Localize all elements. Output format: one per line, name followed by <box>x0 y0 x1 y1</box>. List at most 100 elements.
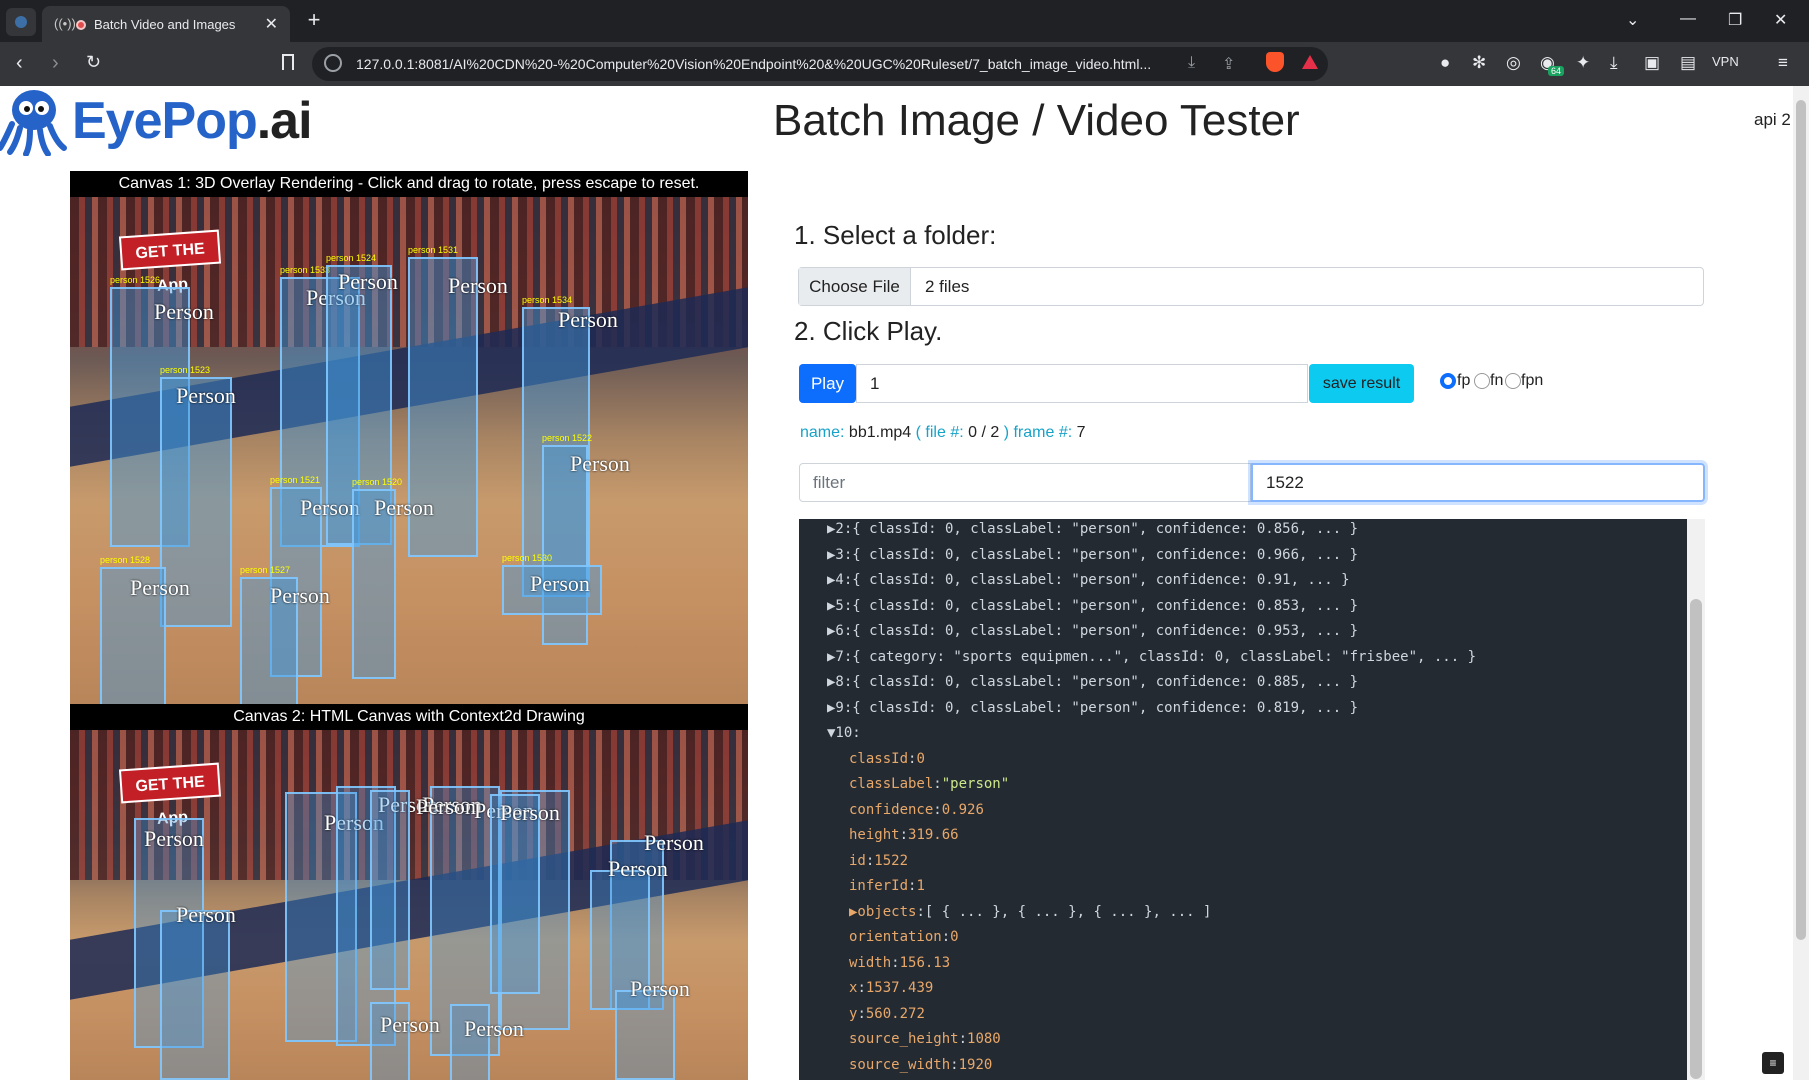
json-collapsed-row[interactable]: ▶9:{ classId: 0, classLabel: "person", c… <box>827 700 1358 716</box>
json-collapsed-row[interactable]: ▶7:{ category: "sports equipmen...", cla… <box>827 649 1476 665</box>
json-collapsed-row[interactable]: ▶6:{ classId: 0, classLabel: "person", c… <box>827 623 1358 639</box>
canvas-2-caption: Canvas 2: HTML Canvas with Context2d Dra… <box>70 704 748 730</box>
json-collapsed-row[interactable]: ▶5:{ classId: 0, classLabel: "person", c… <box>827 598 1358 614</box>
status-frame-key: frame #: <box>1013 424 1073 441</box>
json-value: 1537.439 <box>865 980 934 996</box>
hamburger-icon[interactable]: ≡ <box>1762 1052 1784 1074</box>
logo-text: EyePop.ai <box>72 92 313 150</box>
file-chooser[interactable]: Choose File 2 files <box>798 267 1704 306</box>
sidebar-icon[interactable]: ▣ <box>1644 53 1660 73</box>
json-field: y:560.272 <box>849 1005 925 1022</box>
brave-shield-icon[interactable] <box>1266 52 1284 72</box>
forward-icon[interactable]: › <box>52 52 59 75</box>
json-key: classId <box>849 750 909 767</box>
json-key: orientation <box>849 929 942 945</box>
status-file-value: 0 / 2 <box>968 424 1000 441</box>
bookmark-icon[interactable] <box>282 54 294 70</box>
page-scroll-thumb[interactable] <box>1796 100 1806 940</box>
vpn-button[interactable]: VPN <box>1712 54 1739 69</box>
new-tab-button[interactable]: + <box>300 8 328 34</box>
download-icon[interactable]: ⤓ <box>1188 54 1195 72</box>
frame-input[interactable]: 1 <box>856 364 1308 403</box>
audio-icon[interactable]: ((•)) <box>54 16 76 31</box>
brave-rewards-icon[interactable] <box>1302 55 1318 69</box>
canvas-3d-overlay[interactable]: Canvas 1: 3D Overlay Rendering - Click a… <box>70 171 748 704</box>
json-field: source_width:1920 <box>849 1056 993 1073</box>
menu-icon[interactable]: ≡ <box>1778 53 1788 73</box>
detection-label: Person <box>300 495 360 520</box>
tab-search-icon[interactable]: ⌄ <box>1626 10 1639 30</box>
detection-label: Person <box>630 976 690 1001</box>
choose-file-button[interactable]: Choose File <box>799 268 911 305</box>
browser-toolbar: ‹ › ↻ 127.0.0.1:8081/AI%20CDN%20-%20Comp… <box>0 42 1809 86</box>
json-scroll-thumb[interactable] <box>1690 599 1702 1079</box>
browser-tab[interactable]: ((•)) Batch Video and Images ✕ <box>42 6 290 42</box>
radio-fpn-label: fpn <box>1521 372 1544 389</box>
detection-tag: person 1521 <box>270 475 321 485</box>
json-value: 156.13 <box>899 954 951 971</box>
radio-fn-label: fn <box>1490 372 1504 389</box>
detection-tag: person 1522 <box>542 433 593 443</box>
json-field: classLabel:"person" <box>849 776 1010 792</box>
detection-label: Person <box>154 299 214 324</box>
json-field: inferId:1 <box>849 878 925 894</box>
json-collapsed-row[interactable]: ▶8:{ classId: 0, classLabel: "person", c… <box>827 674 1358 690</box>
json-collapsed-row[interactable]: ▶3:{ classId: 0, classLabel: "person", c… <box>827 547 1358 563</box>
id-filter-input[interactable]: 1522 <box>1251 463 1705 502</box>
step-1-heading: 1. Select a folder: <box>794 220 997 250</box>
url-text[interactable]: 127.0.0.1:8081/AI%20CDN%20-%20Computer%2… <box>356 56 1151 72</box>
page-scrollbar[interactable] <box>1793 86 1809 1080</box>
target-extension-icon[interactable]: ◎ <box>1506 53 1521 73</box>
reload-icon[interactable]: ↻ <box>86 52 101 73</box>
json-collapsed-row[interactable]: ▶2:{ classId: 0, classLabel: "person", c… <box>827 521 1358 537</box>
json-scrollbar[interactable] <box>1687 519 1705 1080</box>
window-close-button[interactable]: ✕ <box>1774 10 1787 30</box>
json-inspector[interactable]: ▶2:{ classId: 0, classLabel: "person", c… <box>799 519 1687 1080</box>
canvas-2-video[interactable]: GET THE App Person Person Person Person Pers… <box>70 730 748 1080</box>
json-key: confidence <box>849 801 934 818</box>
detection-label: Person <box>338 269 398 294</box>
address-bar[interactable]: 127.0.0.1:8081/AI%20CDN%20-%20Computer%2… <box>312 47 1328 81</box>
status-name-key: name: <box>800 424 845 441</box>
json-field: classId:0 <box>849 750 925 767</box>
back-icon[interactable]: ‹ <box>16 52 23 75</box>
cookie-extension-icon[interactable]: ● <box>1440 53 1450 73</box>
share-icon[interactable]: ⇪ <box>1222 54 1235 74</box>
json-value: 1920 <box>958 1056 993 1073</box>
tab-close-icon[interactable]: ✕ <box>265 14 278 34</box>
json-collapsed-row[interactable]: ▶4:{ classId: 0, classLabel: "person", c… <box>827 572 1350 588</box>
json-field: source_height:1080 <box>849 1031 1001 1047</box>
step-2-heading: 2. Click Play. <box>794 316 943 346</box>
json-key: height <box>849 827 900 843</box>
filter-input[interactable]: filter <box>799 463 1251 502</box>
site-info-icon[interactable] <box>324 54 342 72</box>
json-value: 1080 <box>967 1031 1001 1047</box>
react-extension-icon[interactable]: ✻ <box>1472 53 1486 73</box>
json-value: 319.66 <box>908 827 959 843</box>
wallet-icon[interactable]: ▤ <box>1680 53 1696 73</box>
page: EyePop.ai Batch Image / Video Tester api… <box>0 86 1793 1080</box>
status-name-value: bb1.mp4 <box>848 424 912 441</box>
json-value: 1 <box>916 878 925 894</box>
json-expanded-header[interactable]: ▼10: <box>827 725 861 741</box>
detection-label: Person <box>570 451 630 476</box>
json-key: classLabel <box>849 776 934 792</box>
restore-button[interactable]: ❐ <box>1728 10 1742 30</box>
radio-fp[interactable] <box>1440 373 1456 389</box>
downloads-icon[interactable]: ⤓ <box>1610 53 1618 73</box>
canvas-1-video[interactable]: GET THE App person 1526 Person person 1533… <box>70 197 748 704</box>
json-value: 0 <box>950 929 959 945</box>
json-key: source_width <box>849 1056 951 1073</box>
puzzle-icon[interactable]: ✦ <box>1576 53 1590 73</box>
json-value: 1522 <box>874 852 909 869</box>
save-result-button[interactable]: save result <box>1309 364 1414 403</box>
minimize-button[interactable]: — <box>1680 10 1696 28</box>
canvas-2d-drawing[interactable]: Canvas 2: HTML Canvas with Context2d Dra… <box>70 704 748 1080</box>
status-frame-value: 7 <box>1076 424 1086 441</box>
tab-group-button[interactable] <box>6 8 36 36</box>
play-button[interactable]: Play <box>799 364 856 403</box>
detection-label: Person <box>380 1012 440 1037</box>
radio-fpn[interactable] <box>1505 373 1521 389</box>
detection-box <box>370 790 410 990</box>
radio-fn[interactable] <box>1474 373 1490 389</box>
